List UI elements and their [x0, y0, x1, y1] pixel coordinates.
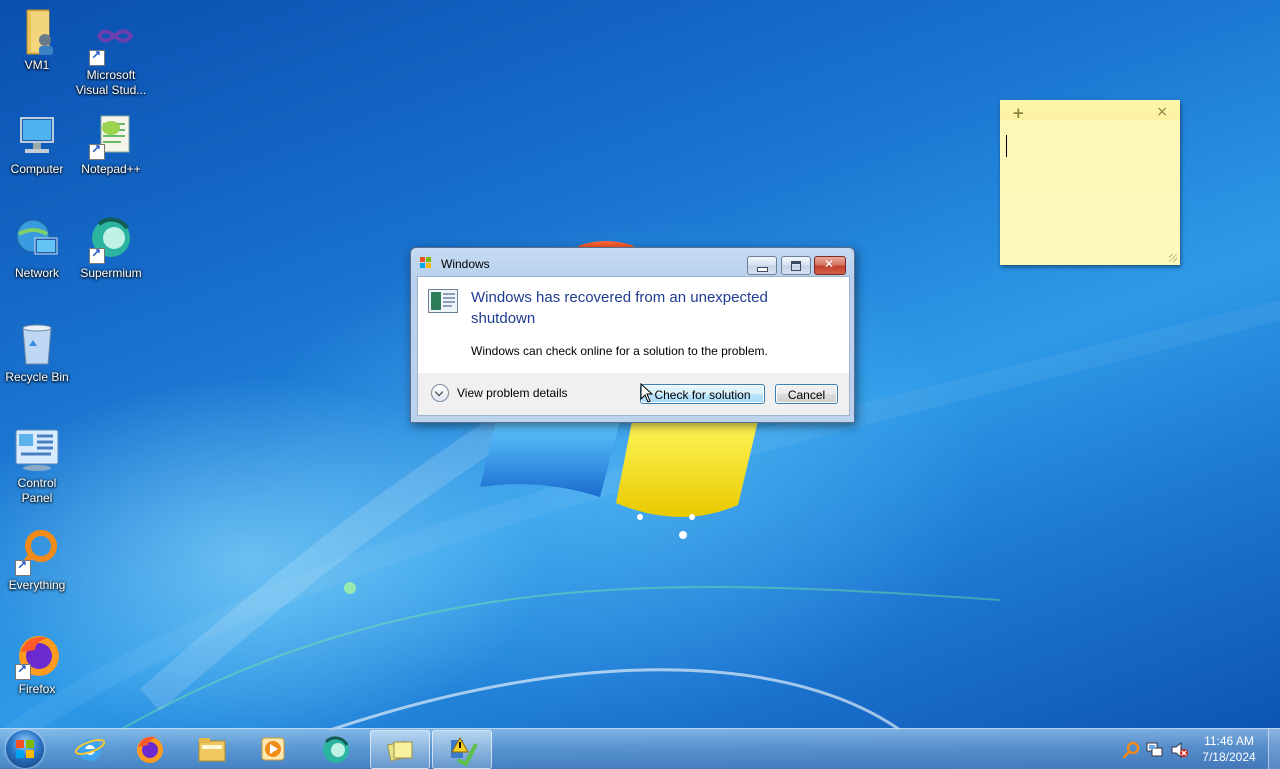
computer-icon [13, 112, 61, 160]
folder-icon [198, 738, 226, 762]
network-globe-icon [13, 216, 61, 264]
taskbar-sticky-notes[interactable] [370, 730, 430, 769]
shortcut-arrow-icon [15, 558, 31, 576]
notepad-plus-plus-icon [87, 112, 135, 160]
system-tray [1118, 729, 1194, 769]
main-instruction: Windows has recovered from an unexpected… [471, 289, 768, 327]
shortcut-arrow-icon [89, 246, 105, 264]
taskbar-clock[interactable]: 11:46 AM 7/18/2024 [1194, 733, 1264, 765]
desktop-icon-label: Control Panel [17, 476, 57, 505]
start-button[interactable] [6, 730, 44, 768]
shortcut-arrow-icon [89, 48, 105, 66]
text-caret [1006, 135, 1007, 157]
desktop-icon-supermium[interactable]: Supermium [74, 216, 148, 281]
shortcut-arrow-icon [15, 662, 31, 680]
shortcut-arrow-icon [89, 142, 105, 160]
firefox-icon [13, 632, 61, 680]
taskbar-file-explorer[interactable] [183, 730, 241, 767]
windows-logo-icon [16, 740, 34, 758]
system-window-icon [428, 289, 458, 313]
action-center-warning-icon [451, 736, 478, 766]
sticky-note[interactable]: + × [1000, 100, 1180, 265]
desktop-icon-label: Notepad++ [81, 162, 141, 176]
desktop-icon-label: Recycle Bin [5, 370, 69, 384]
desktop-icon-label: Everything [8, 578, 66, 592]
taskbar-firefox[interactable] [121, 730, 179, 767]
desktop-icon-recycle-bin[interactable]: Recycle Bin [0, 320, 74, 385]
taskbar-media-player[interactable] [244, 730, 302, 767]
everything-search-icon [13, 528, 61, 576]
view-details-link[interactable]: View problem details [457, 386, 568, 400]
clock-time: 11:46 AM [1204, 734, 1254, 748]
volume-muted-icon[interactable] [1170, 741, 1188, 759]
desktop-icon-computer[interactable]: Computer [0, 112, 74, 177]
desktop-icon-label: VM1 [24, 58, 50, 72]
internet-explorer-icon [74, 739, 106, 761]
taskbar: 11:46 AM 7/18/2024 [0, 728, 1280, 769]
content-text: Windows can check online for a solution … [471, 344, 768, 358]
network-status-icon[interactable] [1146, 741, 1164, 759]
everything-search-icon[interactable] [1122, 741, 1140, 759]
desktop-icon-everything[interactable]: Everything [0, 528, 74, 593]
resize-grip-icon[interactable] [1169, 254, 1177, 262]
windows-flag-icon [420, 257, 431, 268]
desktop-icon-label: Supermium [80, 266, 142, 280]
desktop-icon-label: Computer [10, 162, 64, 176]
media-player-icon [261, 737, 285, 761]
control-panel-icon [13, 426, 61, 474]
dialog-title: Windows [441, 257, 490, 271]
dialog-titlebar[interactable]: Windows [411, 248, 854, 276]
desktop-icon-notepad-plus[interactable]: Notepad++ [74, 112, 148, 177]
sticky-notes-icon [386, 740, 413, 762]
maximize-button[interactable] [781, 256, 811, 275]
desktop-icon-label: Network [14, 266, 59, 280]
firefox-icon [137, 736, 163, 763]
dialog-footer: View problem details Check for solution … [417, 373, 850, 416]
desktop-icon-firefox[interactable]: Firefox [0, 632, 74, 697]
mouse-cursor-icon [640, 383, 654, 403]
add-note-icon[interactable]: + [1012, 104, 1025, 122]
folder-user-icon [13, 8, 61, 56]
desktop-icon-label: Microsoft Visual Stud... [75, 68, 147, 97]
taskbar-supermium[interactable] [307, 730, 365, 767]
desktop-icon-vm1[interactable]: VM1 [0, 8, 74, 73]
recycle-bin-icon [13, 320, 61, 368]
desktop-icon-control-panel[interactable]: Control Panel [0, 426, 74, 506]
clock-date: 7/18/2024 [1202, 750, 1256, 764]
taskbar-action-center[interactable] [432, 730, 492, 769]
visual-studio-icon [87, 18, 135, 66]
check-for-solution-button[interactable]: Check for solution [640, 384, 765, 404]
close-note-icon[interactable]: × [1156, 104, 1168, 120]
supermium-icon [323, 736, 349, 763]
close-button[interactable] [814, 256, 846, 275]
recovery-dialog: Windows Windows has recovered from an un… [410, 247, 855, 423]
taskbar-internet-explorer[interactable] [61, 730, 119, 767]
show-desktop-button[interactable] [1268, 729, 1280, 769]
supermium-icon [87, 216, 135, 264]
chevron-down-icon[interactable] [431, 384, 449, 402]
desktop-icon-network[interactable]: Network [0, 216, 74, 281]
minimize-button[interactable] [747, 256, 777, 275]
desktop-icon-visual-studio[interactable]: Microsoft Visual Stud... [74, 18, 148, 98]
cancel-button[interactable]: Cancel [775, 384, 838, 404]
desktop-icon-label: Firefox [18, 682, 56, 696]
dialog-content: Windows has recovered from an unexpected… [417, 276, 850, 374]
